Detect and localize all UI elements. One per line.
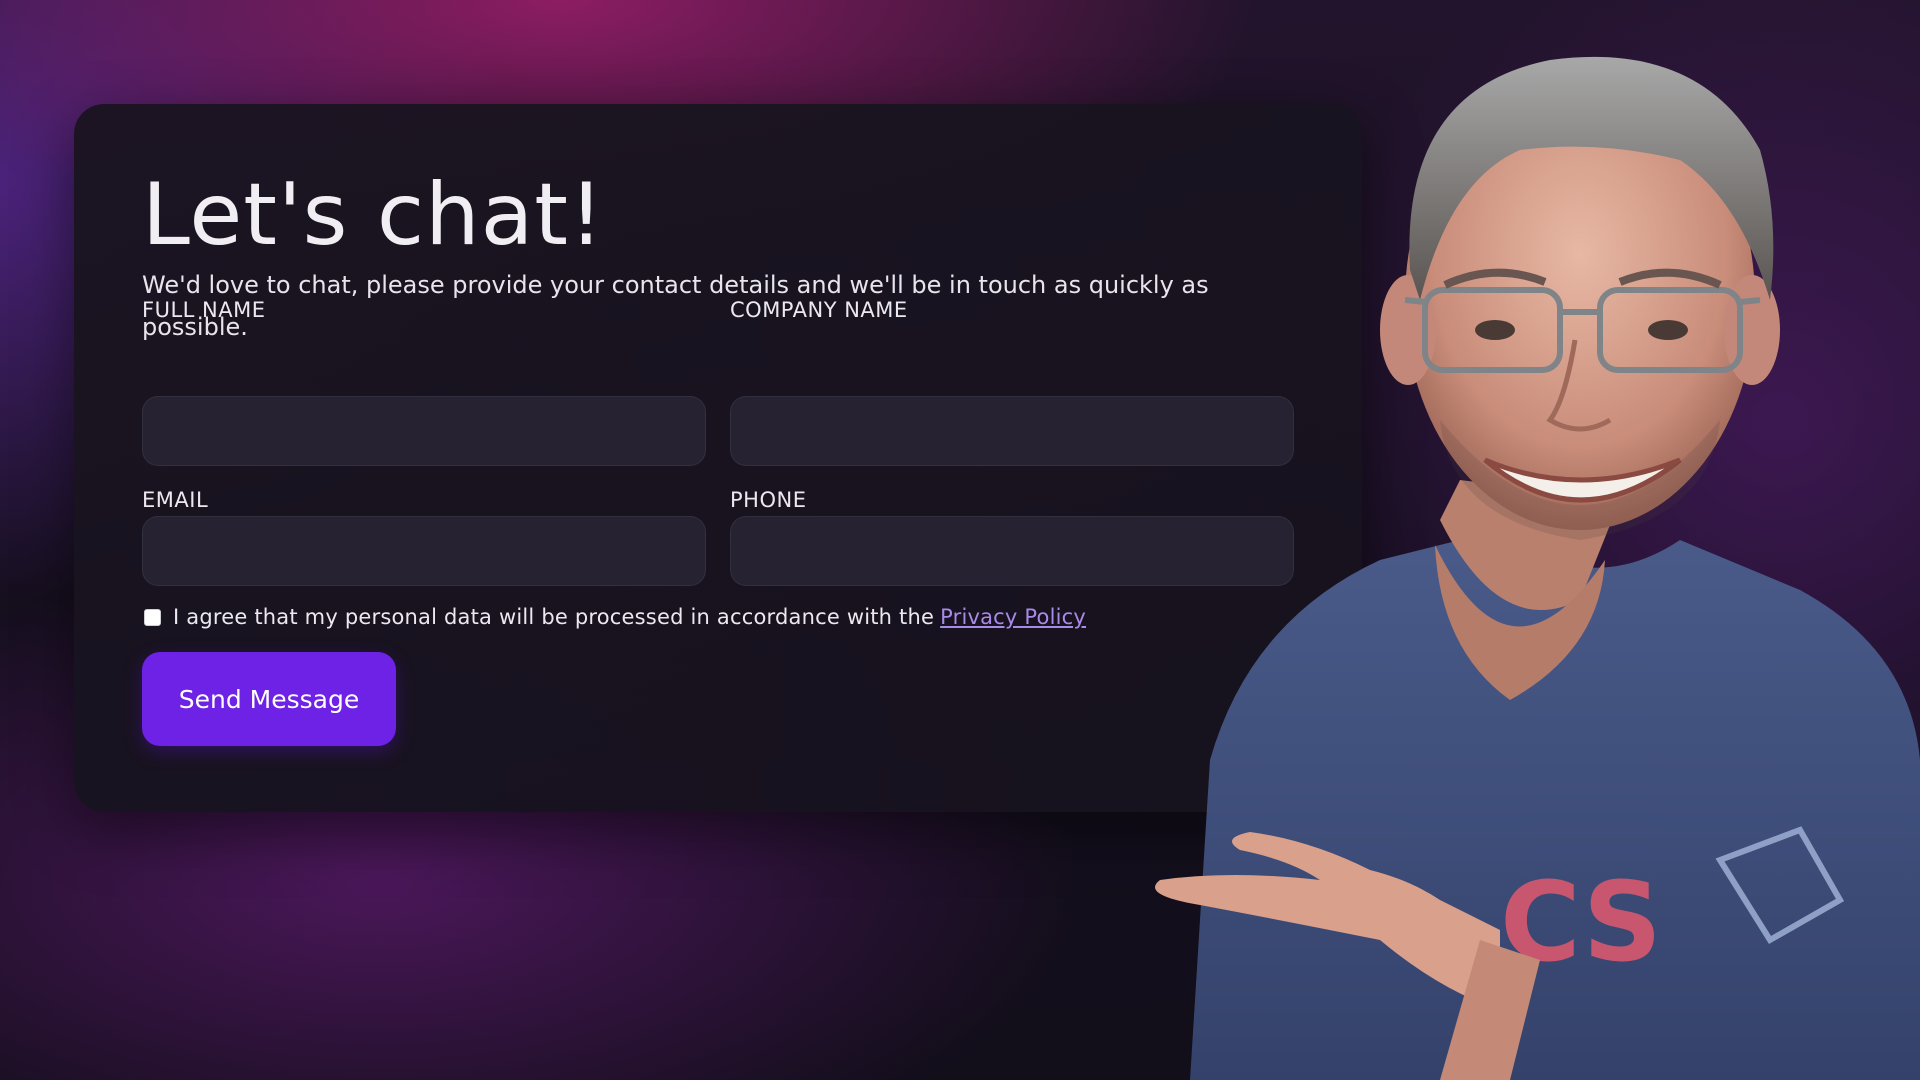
presenter-photo: CS bbox=[1155, 56, 1920, 1080]
phone-label: PHONE bbox=[730, 488, 807, 512]
form-title: Let's chat! bbox=[142, 165, 605, 265]
shirt bbox=[1190, 530, 1920, 1080]
privacy-policy-link[interactable]: Privacy Policy bbox=[940, 605, 1086, 629]
right-eye bbox=[1648, 320, 1688, 340]
full-name-input[interactable] bbox=[142, 396, 706, 466]
email-label: EMAIL bbox=[142, 488, 209, 512]
full-name-label: FULL NAME bbox=[142, 298, 266, 322]
consent-text: I agree that my personal data will be pr… bbox=[173, 605, 935, 629]
consent-checkbox[interactable] bbox=[144, 608, 161, 626]
consent-row: I agree that my personal data will be pr… bbox=[142, 602, 1086, 632]
company-name-label: COMPANY NAME bbox=[730, 298, 908, 322]
left-eye bbox=[1475, 320, 1515, 340]
send-message-button[interactable]: Send Message bbox=[142, 652, 396, 746]
email-input[interactable] bbox=[142, 516, 706, 586]
